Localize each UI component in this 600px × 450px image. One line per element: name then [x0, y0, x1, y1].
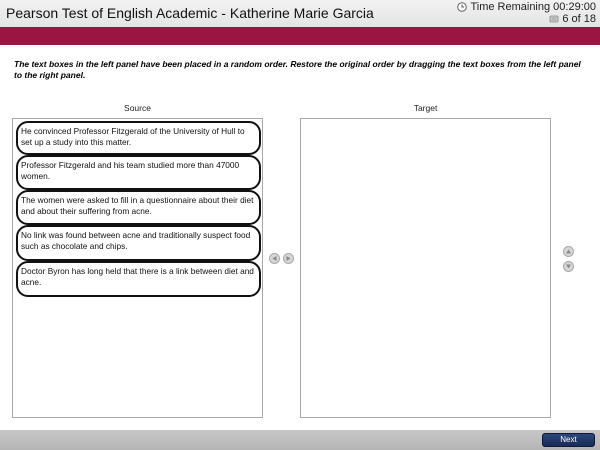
- arrow-right-icon: [286, 256, 291, 261]
- time-remaining-text: Time Remaining 00:29:00: [470, 1, 596, 13]
- time-remaining: Time Remaining 00:29:00: [457, 1, 596, 13]
- brand-band: [0, 27, 600, 45]
- source-item[interactable]: The women were asked to fill in a questi…: [16, 190, 261, 225]
- source-item[interactable]: Doctor Byron has long held that there is…: [16, 261, 261, 297]
- target-label: Target: [413, 103, 438, 113]
- page-counter-text: 6 of 18: [562, 13, 596, 25]
- target-panel[interactable]: [300, 118, 551, 418]
- footer-bar: Next: [0, 430, 600, 450]
- source-label: Source: [124, 103, 151, 113]
- app-title: Pearson Test of English Academic - Kathe…: [6, 5, 374, 21]
- source-item[interactable]: Professor Fitzgerald and his team studie…: [16, 155, 261, 190]
- arrow-down-icon: [566, 264, 571, 269]
- instructions: The text boxes in the left panel have be…: [14, 59, 581, 80]
- source-item[interactable]: No link was found between acne and tradi…: [16, 225, 261, 261]
- pages-icon: [549, 15, 559, 23]
- move-down-button[interactable]: [563, 261, 574, 272]
- next-button[interactable]: Next: [542, 433, 595, 447]
- source-item[interactable]: He convinced Professor Fitzgerald of the…: [16, 121, 261, 155]
- move-left-button[interactable]: [269, 253, 280, 264]
- arrow-up-icon: [566, 249, 571, 254]
- page-counter: 6 of 18: [549, 13, 596, 25]
- source-panel[interactable]: He convinced Professor Fitzgerald of the…: [12, 118, 263, 418]
- move-up-button[interactable]: [563, 246, 574, 257]
- move-right-button[interactable]: [283, 253, 294, 264]
- clock-icon: [457, 2, 468, 12]
- arrow-left-icon: [272, 256, 277, 261]
- title-bar: Pearson Test of English Academic - Kathe…: [0, 0, 600, 27]
